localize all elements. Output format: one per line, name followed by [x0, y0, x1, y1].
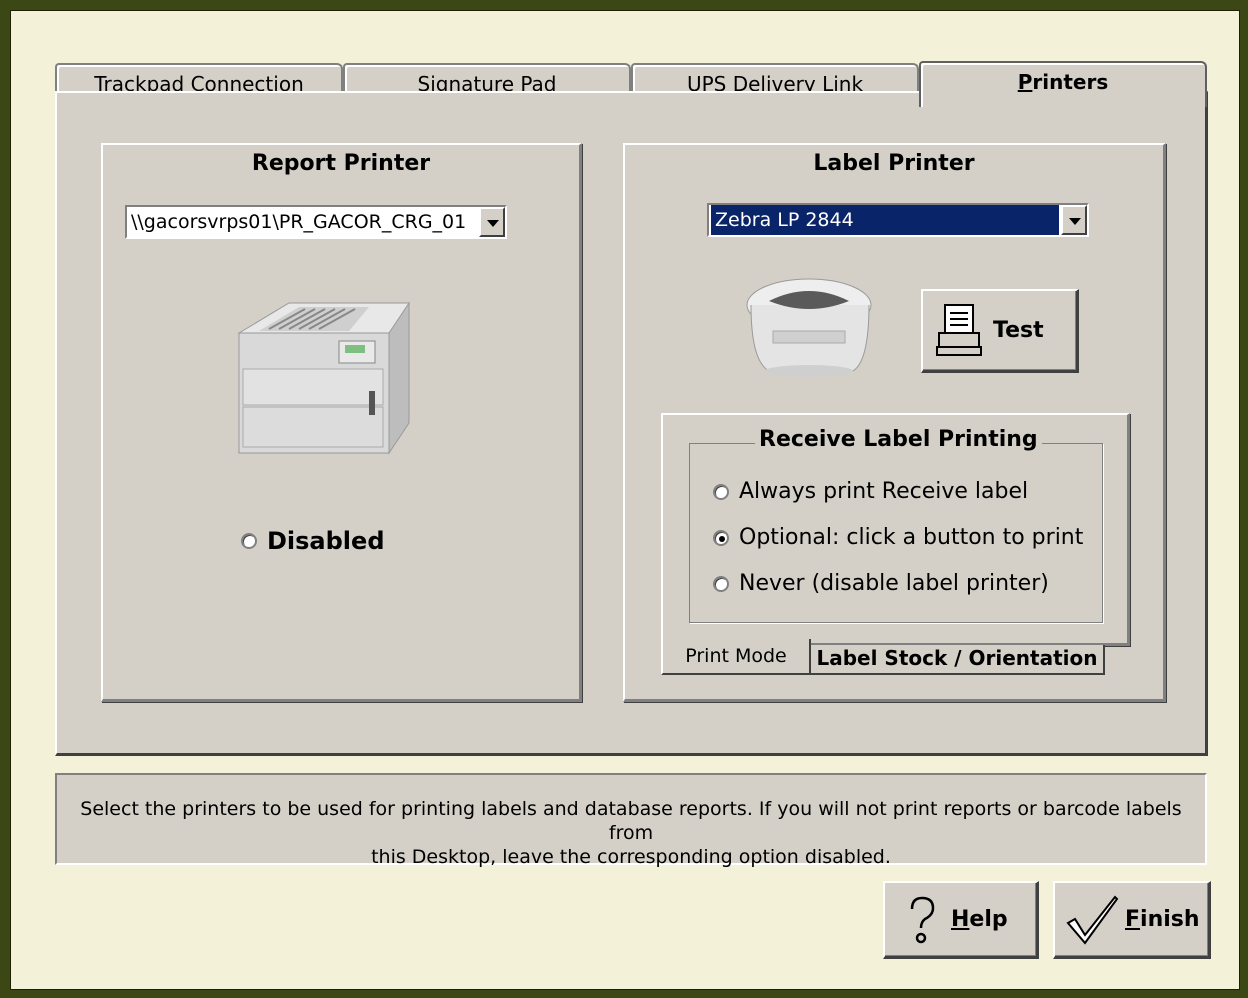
label-printer-icon: [746, 278, 872, 377]
chevron-down-icon[interactable]: [479, 207, 505, 237]
report-printer-title: Report Printer: [251, 151, 431, 176]
report-printer-disabled-radio[interactable]: Disabled: [241, 527, 385, 555]
radio-indicator: [713, 529, 729, 546]
laser-printer-icon: [237, 301, 410, 455]
subtab-label: Label Stock / Orientation: [816, 646, 1098, 670]
disabled-label: Disabled: [267, 527, 385, 555]
optional-print-radio[interactable]: Optional: click a button to print: [713, 525, 1083, 550]
radio-indicator: [713, 575, 729, 592]
print-mode-panel: Receive Label Printing Always print Rece…: [661, 413, 1130, 646]
radio-indicator: [713, 483, 729, 500]
help-mnemonic: H: [951, 907, 970, 932]
info-bar: Select the printers to be used for print…: [55, 773, 1207, 868]
tab-label: rinters: [1032, 70, 1109, 94]
info-text-line2: this Desktop, leave the corresponding op…: [371, 846, 891, 868]
subtab-label-stock-orientation[interactable]: Label Stock / Orientation: [809, 645, 1105, 675]
wizard-window: Trackpad Connection Signature Pad UPS De…: [10, 10, 1240, 990]
help-label: elp: [969, 907, 1008, 932]
question-icon: [910, 896, 935, 943]
info-text-line1: Select the printers to be used for print…: [80, 798, 1182, 844]
radio-indicator: [241, 533, 257, 549]
never-print-radio[interactable]: Never (disable label printer): [713, 571, 1049, 596]
always-print-label: Always print Receive label: [739, 479, 1029, 504]
label-printer-select[interactable]: Zebra LP 2844: [707, 203, 1089, 237]
receive-label-title: Receive Label Printing: [755, 427, 1042, 452]
test-button[interactable]: Test: [921, 289, 1079, 373]
label-printer-group: Label Printer Zebra LP 2844 Test Receive…: [623, 143, 1166, 702]
tab-printers[interactable]: Printers: [919, 61, 1207, 107]
finish-button[interactable]: Finish: [1053, 881, 1211, 959]
label-printer-title: Label Printer: [813, 151, 975, 176]
optional-print-label: Optional: click a button to print: [739, 525, 1084, 550]
report-printer-select[interactable]: \\gacorsvrps01\PR_GACOR_CRG_01: [125, 205, 507, 239]
always-print-radio[interactable]: Always print Receive label: [713, 479, 1028, 504]
report-printer-value: \\gacorsvrps01\PR_GACOR_CRG_01: [131, 211, 467, 233]
subtab-label: Print Mode: [685, 645, 787, 667]
never-print-label: Never (disable label printer): [739, 571, 1049, 596]
subtab-print-mode[interactable]: Print Mode: [661, 639, 811, 675]
finish-mnemonic: F: [1125, 907, 1141, 932]
tab-mnemonic: P: [1017, 70, 1033, 94]
printer-icon: [936, 303, 982, 356]
checkmark-icon: [1066, 894, 1119, 945]
label-printer-value: Zebra LP 2844: [711, 205, 1059, 235]
printers-tab-panel: Report Printer \\gacorsvrps01\PR_GACOR_C…: [55, 91, 1208, 756]
finish-label: inish: [1140, 907, 1200, 932]
chevron-down-icon[interactable]: [1061, 205, 1087, 235]
help-button[interactable]: Help: [883, 881, 1039, 959]
report-printer-group: Report Printer \\gacorsvrps01\PR_GACOR_C…: [101, 143, 582, 702]
test-button-label: Test: [993, 318, 1044, 343]
